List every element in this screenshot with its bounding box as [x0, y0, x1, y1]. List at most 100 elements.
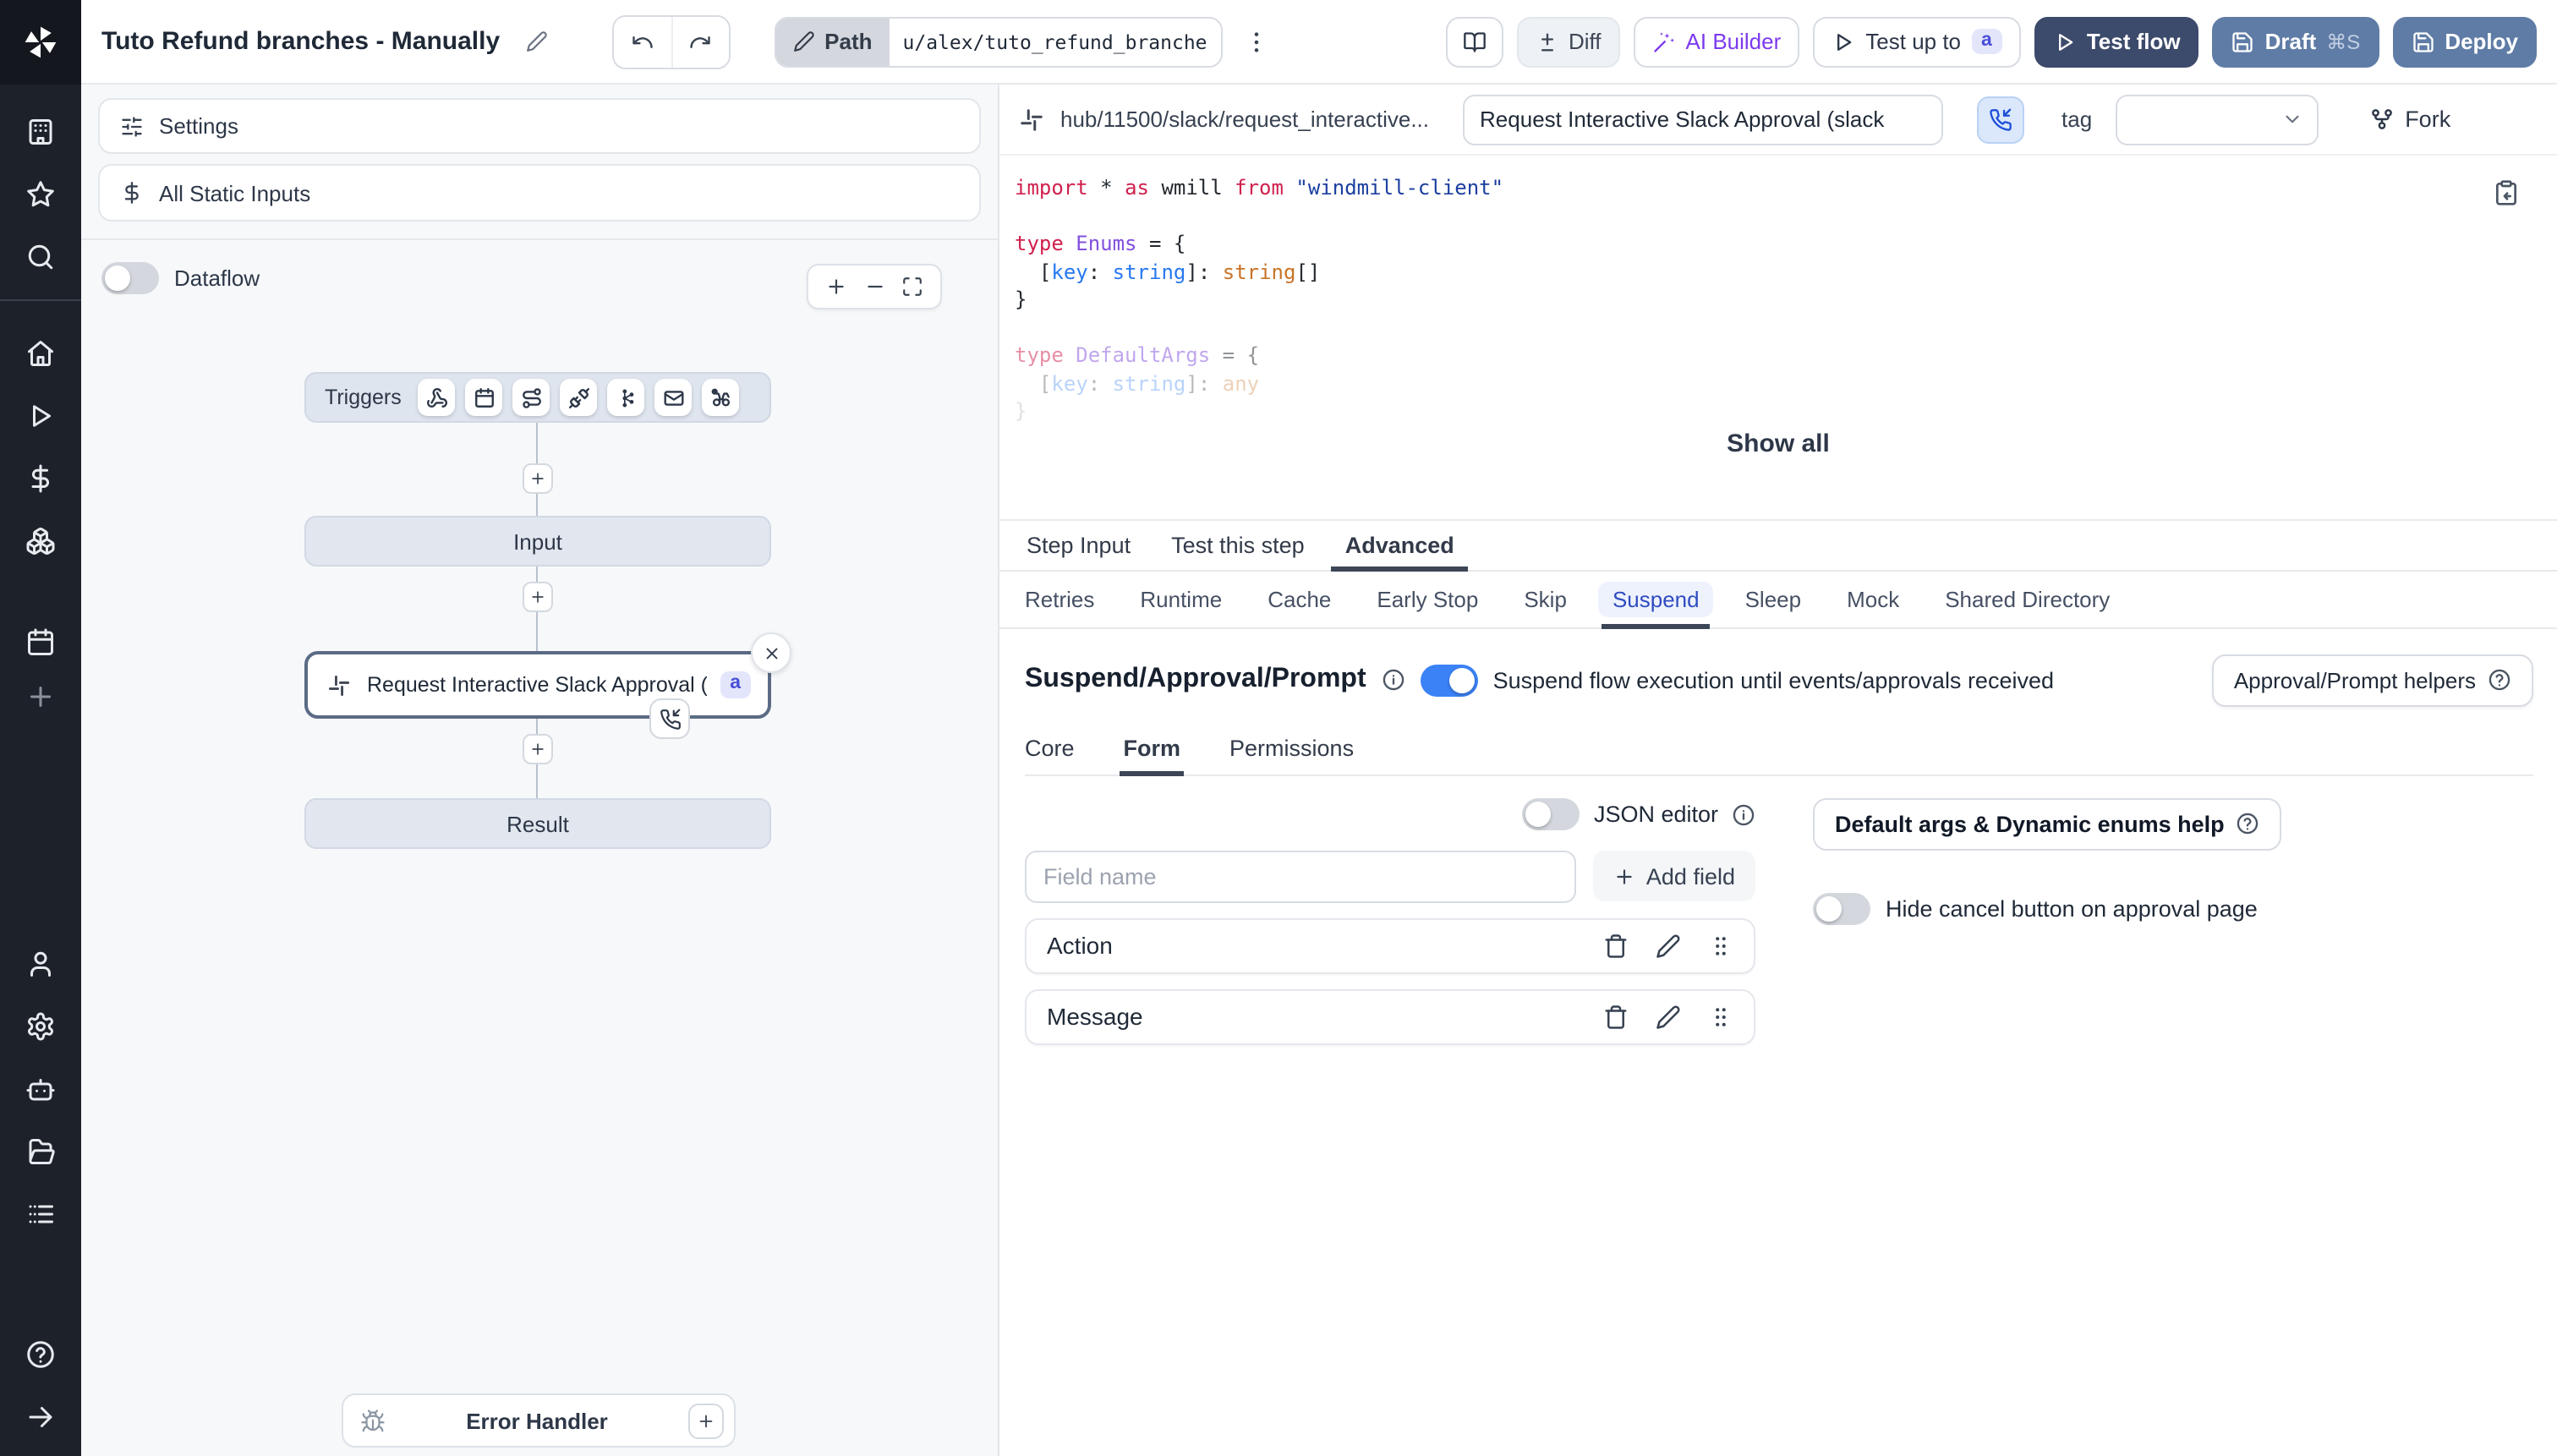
- hub-script-path[interactable]: hub/11500/slack/request_interactive...: [1060, 107, 1429, 132]
- suspend-enabled-toggle[interactable]: [1420, 664, 1478, 696]
- clipboard-icon[interactable]: [2493, 179, 2520, 206]
- trash-icon[interactable]: [1603, 1004, 1629, 1029]
- workspace-icon[interactable]: [25, 117, 56, 147]
- pencil-icon[interactable]: [1656, 1004, 1681, 1029]
- tab-sleep[interactable]: Sleep: [1745, 571, 1802, 627]
- pencil-icon[interactable]: [1656, 933, 1681, 958]
- email-trigger-icon[interactable]: [654, 379, 693, 416]
- default-args-help-button[interactable]: Default args & Dynamic enums help: [1813, 797, 2282, 850]
- all-static-inputs-label: All Static Inputs: [159, 180, 311, 205]
- step-name-input[interactable]: [1463, 94, 1944, 145]
- add-field-button[interactable]: Add field: [1593, 851, 1755, 901]
- help-icon[interactable]: [25, 1339, 56, 1370]
- tab-suspend[interactable]: Suspend: [1598, 571, 1713, 628]
- resources-boxes-icon[interactable]: [25, 526, 56, 556]
- trash-icon[interactable]: [1603, 933, 1629, 958]
- logs-list-icon[interactable]: [25, 1199, 56, 1229]
- tab-test-this-step[interactable]: Test this step: [1151, 520, 1325, 569]
- variables-dollar-icon[interactable]: [25, 463, 56, 494]
- folders-icon[interactable]: [25, 1136, 56, 1167]
- tab-shared-directory[interactable]: Shared Directory: [1945, 571, 2110, 627]
- approval-prompt-helpers-button[interactable]: Approval/Prompt helpers: [2211, 654, 2533, 706]
- webhook-trigger-icon[interactable]: [418, 379, 456, 416]
- dataflow-toggle[interactable]: [101, 262, 159, 294]
- rail-divider: [0, 299, 81, 301]
- undo-button[interactable]: [613, 16, 671, 67]
- test-up-to-button[interactable]: Test up to a: [1813, 16, 2021, 67]
- favorites-star-icon[interactable]: [25, 179, 56, 210]
- info-icon[interactable]: [1382, 668, 1405, 692]
- websocket-trigger-icon[interactable]: [560, 379, 598, 416]
- expand-arrow-icon[interactable]: [25, 1402, 56, 1432]
- fork-button[interactable]: Fork: [2369, 107, 2450, 132]
- drag-grip-icon[interactable]: [1708, 1004, 1733, 1029]
- user-icon[interactable]: [25, 949, 56, 979]
- suspend-phone-toggle-button[interactable]: [1977, 96, 2025, 143]
- drag-grip-icon[interactable]: [1708, 933, 1733, 958]
- search-icon[interactable]: [25, 242, 56, 272]
- ai-builder-button[interactable]: AI Builder: [1633, 16, 1800, 67]
- tab-cache[interactable]: Cache: [1268, 571, 1331, 627]
- path-input[interactable]: [889, 18, 1221, 65]
- path-button[interactable]: Path: [775, 18, 890, 65]
- tab-mock[interactable]: Mock: [1847, 571, 1899, 627]
- tab-early-stop[interactable]: Early Stop: [1377, 571, 1478, 627]
- zoom-out-minus-icon[interactable]: [863, 276, 885, 298]
- edit-title-pencil-icon[interactable]: [525, 30, 547, 52]
- slack-approval-step-node[interactable]: Request Interactive Slack Approval (... …: [304, 651, 771, 719]
- settings-gear-icon[interactable]: [25, 1011, 56, 1042]
- zoom-in-plus-icon[interactable]: [825, 276, 847, 298]
- tab-core[interactable]: Core: [1025, 735, 1075, 774]
- poll-trigger-icon[interactable]: [702, 379, 740, 416]
- kafka-trigger-icon[interactable]: [607, 379, 645, 416]
- flow-settings-button[interactable]: Settings: [98, 98, 981, 154]
- suspend-phone-incoming-badge[interactable]: [649, 698, 690, 739]
- add-step-button[interactable]: [523, 582, 553, 612]
- tab-step-input[interactable]: Step Input: [1006, 520, 1151, 569]
- http-route-trigger-icon[interactable]: [512, 379, 550, 416]
- input-node[interactable]: Input: [304, 516, 771, 567]
- triggers-node[interactable]: Triggers: [304, 372, 771, 423]
- add-plus-icon[interactable]: [25, 681, 56, 712]
- show-all-button[interactable]: Show all: [999, 429, 2557, 457]
- docs-book-button[interactable]: [1445, 16, 1503, 67]
- fit-view-icon[interactable]: [902, 276, 924, 298]
- test-flow-button[interactable]: Test flow: [2034, 16, 2199, 67]
- workers-robot-icon[interactable]: [25, 1074, 56, 1104]
- all-static-inputs-button[interactable]: All Static Inputs: [98, 164, 981, 222]
- tab-retries[interactable]: Retries: [1025, 571, 1094, 627]
- form-field-row[interactable]: Message: [1025, 988, 1755, 1044]
- runs-play-icon[interactable]: [25, 401, 56, 431]
- deploy-button[interactable]: Deploy: [2392, 16, 2537, 67]
- add-field-label: Add field: [1645, 863, 1735, 889]
- advanced-tabs: Retries Runtime Cache Early Stop Skip Su…: [999, 571, 2557, 628]
- add-step-button[interactable]: [523, 734, 553, 764]
- tab-runtime[interactable]: Runtime: [1140, 571, 1222, 627]
- redo-button[interactable]: [671, 16, 729, 67]
- form-field-row[interactable]: Action: [1025, 917, 1755, 973]
- hide-cancel-toggle[interactable]: [1813, 892, 1870, 924]
- tag-select[interactable]: [2116, 94, 2319, 145]
- tab-skip[interactable]: Skip: [1524, 571, 1567, 627]
- draft-button[interactable]: Draft ⌘S: [2212, 16, 2379, 67]
- diff-button[interactable]: Diff: [1516, 16, 1620, 67]
- windmill-logo[interactable]: [0, 0, 81, 85]
- add-step-button[interactable]: [523, 463, 553, 494]
- add-error-handler-button[interactable]: [688, 1403, 724, 1438]
- error-handler-label: Error Handler: [466, 1408, 608, 1433]
- test-up-to-label: Test up to: [1865, 29, 1962, 54]
- error-handler-node[interactable]: Error Handler: [342, 1393, 736, 1448]
- schedules-calendar-icon[interactable]: [25, 627, 56, 658]
- dollar-icon: [124, 182, 139, 204]
- more-menu-button[interactable]: [1240, 18, 1273, 65]
- json-editor-toggle[interactable]: [1522, 798, 1580, 830]
- tab-permissions[interactable]: Permissions: [1229, 735, 1354, 774]
- remove-step-button[interactable]: [751, 632, 791, 673]
- info-icon[interactable]: [1732, 802, 1755, 826]
- home-icon[interactable]: [25, 338, 56, 369]
- schedule-trigger-icon[interactable]: [465, 379, 503, 416]
- result-node[interactable]: Result: [304, 798, 771, 849]
- field-name-input[interactable]: [1025, 850, 1577, 902]
- tab-form[interactable]: Form: [1120, 735, 1184, 775]
- tab-advanced[interactable]: Advanced: [1325, 520, 1475, 571]
